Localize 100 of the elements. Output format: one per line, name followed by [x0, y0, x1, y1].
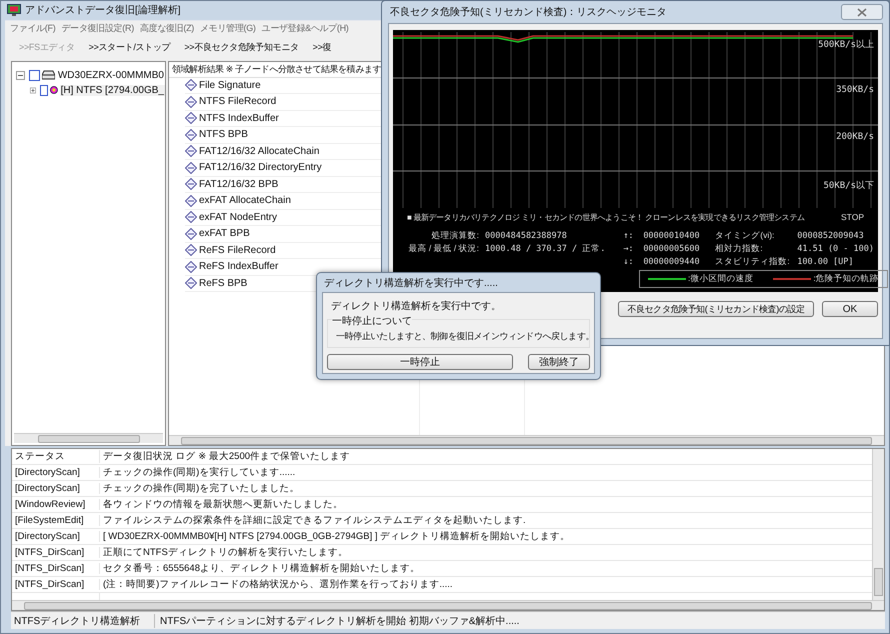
tree-item[interactable]: WD30EZRX-00MMMB0	[56, 70, 165, 81]
table-cell: [WindowReview]	[12, 499, 100, 510]
tree-item[interactable]: [H] NTFS [2794.00GB_	[60, 84, 165, 96]
table-cell-text: (注：時間要)ファイルレコードの格納状況から、選別作業を行っております.....	[102, 578, 453, 592]
table-cell-text: ファイルシステムの探索条件を詳細に設定できるファイルシステムエディタを起動いたします.	[102, 514, 526, 528]
list-item[interactable]: ReFS BPB	[199, 278, 248, 289]
diamond-icon	[185, 194, 197, 207]
app-icon	[7, 4, 21, 16]
toolbar-button[interactable]: >>スタート/ストップ	[88, 41, 170, 54]
diamond-icon	[185, 244, 197, 256]
checkbox[interactable]	[40, 84, 48, 96]
axis-label: 50KB/s以下	[823, 180, 874, 192]
menu-item[interactable]: ファイル(F)	[7, 22, 58, 36]
terminate-button[interactable]: 強制終了	[528, 354, 590, 370]
table-cell: [NTFS_DirScan]	[12, 579, 100, 590]
stat-value: 1000.48 / 370.37 / 正常.	[485, 242, 606, 254]
column-header: データ復旧状況 ログ ※ 最大2500件まで保管いたします	[102, 450, 350, 464]
banner-text: ■ 最新データリカバリテクノロジ ミリ・セカンドの世界へようこそ！ クローンレスを実現できるリスク管理システム	[407, 212, 805, 223]
stat-label: スタビリティ指数:	[715, 256, 791, 268]
stat-label: 最高 / 最低 / 状況:	[407, 242, 479, 254]
table-cell-text: チェックの操作(同期)を完了いたしました。	[102, 482, 300, 496]
table-cell: [NTFS_DirScan]	[12, 547, 100, 558]
expander-icon[interactable]	[30, 86, 36, 95]
stat-label: ↓:	[623, 256, 635, 266]
ok-button[interactable]: OK	[822, 301, 878, 317]
stat-label: タイミング(vi):	[715, 230, 776, 242]
horizontal-scrollbar[interactable]	[12, 600, 884, 610]
window-title: アドバンストデータ復旧[論理解析]	[25, 4, 181, 18]
table-cell: [DirectoryScan]	[12, 483, 100, 494]
list-item[interactable]: FAT12/16/32 AllocateChain	[199, 146, 320, 157]
diamond-icon	[185, 128, 197, 141]
diamond-icon	[185, 112, 197, 124]
list-item[interactable]: ReFS IndexBuffer	[199, 261, 278, 272]
diamond-icon	[185, 228, 197, 240]
toolbar-button[interactable]: >>不良セクタ危険予知モニタ	[184, 41, 299, 54]
pause-button[interactable]: 一時停止	[327, 354, 513, 370]
table-cell-text: [ WD30EZRX-00MMMB0¥[H] NTFS [2794.00GB_0GB-2794GB] ] ディレクトリ構造解析を開始いたします。	[102, 530, 570, 544]
stat-value: 00000010400	[643, 230, 700, 240]
stat-label: 処理演算数:	[430, 230, 479, 242]
table-cell: [DirectoryScan]	[12, 531, 100, 542]
diamond-icon	[185, 96, 197, 108]
stat-label: →:	[623, 244, 635, 254]
menu-item[interactable]: ユーザ登録&ヘルプ(H)	[258, 22, 352, 36]
diamond-icon	[185, 211, 197, 224]
vertical-scrollbar[interactable]	[872, 449, 884, 600]
table-cell-text: 各ウィンドウの情報を最新状態へ更新いたしました。	[102, 498, 343, 512]
table-cell: [NTFS_DirScan]	[12, 563, 100, 574]
menu-item[interactable]: データ復旧設定(R)	[58, 22, 137, 36]
diamond-icon	[185, 79, 197, 92]
stat-label: ↑:	[623, 230, 635, 240]
state-text: STOP	[841, 212, 864, 223]
table-cell: [DirectoryScan]	[12, 467, 100, 478]
close-icon	[857, 8, 867, 16]
list-item[interactable]: NTFS BPB	[199, 129, 248, 140]
stat-value: 0000852009043	[797, 230, 864, 240]
menu-item[interactable]: メモリ管理(G)	[197, 22, 259, 36]
column-header: ステータス	[12, 450, 100, 464]
toolbar-button[interactable]: >>復	[312, 41, 332, 54]
list-item[interactable]: FAT12/16/32 BPB	[199, 178, 278, 190]
horizontal-scrollbar[interactable]	[14, 433, 163, 444]
stat-value: 00000005600	[643, 244, 700, 254]
settings-button[interactable]: 不良セクタ危険予知(ミリセカンド検査)の設定	[618, 301, 814, 317]
stat-value: 00000009440	[643, 256, 700, 266]
list-item[interactable]: exFAT AllocateChain	[199, 195, 291, 206]
axis-label: 200KB/s	[836, 132, 874, 142]
diamond-icon	[185, 260, 197, 273]
close-button[interactable]	[841, 4, 883, 20]
horizontal-scrollbar[interactable]	[169, 435, 884, 446]
diamond-icon	[185, 162, 197, 174]
stat-value: 41.51 (0 - 100)	[797, 244, 874, 254]
list-item[interactable]: NTFS FileRecord	[199, 96, 276, 108]
window-title: 不良セクタ危険予知(ミリセカンド検査)：リスクヘッジモニタ	[390, 6, 667, 19]
dialog-message: ディレクトリ構造解析を実行中です。	[331, 300, 502, 313]
disc-icon	[50, 84, 58, 96]
group-text: 一時停止いたしますと、制御を復旧メインウィンドウへ戻します。	[336, 330, 594, 343]
axis-label: 350KB/s	[836, 85, 874, 95]
table-cell: [FileSystemEdit]	[12, 515, 100, 526]
checkbox[interactable]	[28, 70, 40, 81]
axis-label: 500KB/s以上	[818, 38, 874, 51]
stat-value: 100.00 [UP]	[797, 256, 854, 266]
stat-label: 相対力指数:	[715, 242, 764, 254]
menu-item[interactable]: 高度な復旧(Z)	[136, 22, 197, 36]
legend-label: :微小区間の速度	[688, 273, 754, 285]
diamond-icon	[185, 277, 197, 290]
table-cell-text: 正順にてNTFSディレクトリの解析を実行いたします。	[102, 546, 348, 560]
list-item[interactable]: ReFS FileRecord	[199, 244, 276, 256]
list-item[interactable]: File Signature	[199, 80, 261, 91]
table-cell-text: チェックの操作(同期)を実行しています......	[102, 466, 296, 480]
expander-icon[interactable]	[16, 70, 25, 80]
list-item[interactable]: FAT12/16/32 DirectoryEntry	[199, 162, 322, 174]
list-item[interactable]: exFAT NodeEntry	[199, 212, 277, 223]
status-text: NTFSディレクトリ構造解析	[11, 614, 155, 628]
status-text: NTFSパーティションに対するディレクトリ解析を開始 初期バッファ&解析中.....	[159, 614, 520, 628]
legend-label: :危険予知の軌跡	[813, 273, 879, 285]
diamond-icon	[185, 178, 197, 190]
list-item[interactable]: NTFS IndexBuffer	[199, 112, 279, 124]
list-item[interactable]: exFAT BPB	[199, 228, 250, 240]
table-cell-text: セクタ番号：6555648より、ディレクトリ構造解析を開始いたします。	[102, 562, 420, 576]
group-title: 一時停止について	[332, 314, 412, 328]
drive-icon	[42, 70, 55, 80]
